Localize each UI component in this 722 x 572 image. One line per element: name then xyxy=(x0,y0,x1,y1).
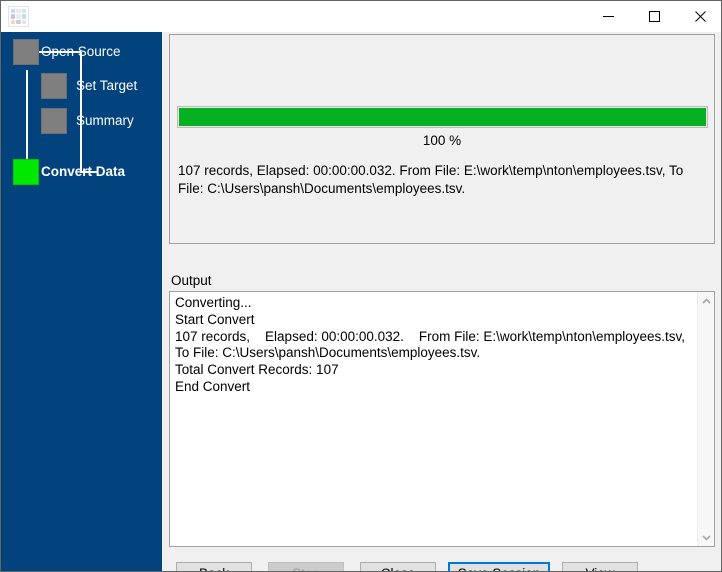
wizard-node-convert-data[interactable] xyxy=(13,159,39,185)
button-bar: Back Stop Close Save Session View xyxy=(162,553,721,571)
progress-bar-fill xyxy=(179,108,706,126)
window-controls xyxy=(585,1,721,32)
output-label: Output xyxy=(171,273,212,288)
app-grid-icon xyxy=(8,6,29,27)
progress-percent-label: 100 % xyxy=(422,133,462,148)
output-log-text: Converting... Start Convert 107 records,… xyxy=(175,295,685,394)
sidebar-item-convert-data[interactable]: Convert Data xyxy=(41,164,125,180)
view-button[interactable]: View xyxy=(562,562,638,571)
close-button-action[interactable]: Close xyxy=(360,562,436,571)
minimize-button[interactable] xyxy=(585,1,631,32)
content-panel: 100 % 107 records, Elapsed: 00:00:00.032… xyxy=(162,32,721,571)
chevron-down-icon xyxy=(701,534,711,541)
close-icon xyxy=(694,11,706,22)
scroll-up-button[interactable] xyxy=(698,292,714,309)
chevron-up-icon xyxy=(701,297,711,304)
wizard-node-set-target[interactable] xyxy=(41,73,67,99)
maximize-button[interactable] xyxy=(631,1,677,32)
progress-bar xyxy=(177,106,708,128)
progress-panel: 100 % 107 records, Elapsed: 00:00:00.032… xyxy=(169,34,715,244)
title-bar xyxy=(1,1,721,32)
conversion-status-text: 107 records, Elapsed: 00:00:00.032. From… xyxy=(178,163,684,196)
application-window: Open Source Set Target Summary Convert D… xyxy=(0,0,722,572)
sidebar-item-summary[interactable]: Summary xyxy=(76,113,134,129)
save-session-button[interactable]: Save Session xyxy=(448,562,550,571)
sidebar-item-open-source[interactable]: Open Source xyxy=(41,44,121,60)
stop-button: Stop xyxy=(268,562,344,571)
wizard-sidebar: Open Source Set Target Summary Convert D… xyxy=(1,32,162,571)
scroll-down-button[interactable] xyxy=(698,529,714,546)
minimize-icon xyxy=(602,16,614,17)
close-button[interactable] xyxy=(677,1,721,32)
wizard-node-open-source[interactable] xyxy=(13,39,39,65)
output-log-box[interactable]: Converting... Start Convert 107 records,… xyxy=(169,291,715,547)
back-button[interactable]: Back xyxy=(176,562,252,571)
wizard-node-summary[interactable] xyxy=(41,108,67,134)
maximize-icon xyxy=(648,11,660,22)
output-scrollbar[interactable] xyxy=(697,292,714,546)
wizard-connector-vertical-main xyxy=(26,70,28,172)
sidebar-item-set-target[interactable]: Set Target xyxy=(76,78,137,94)
